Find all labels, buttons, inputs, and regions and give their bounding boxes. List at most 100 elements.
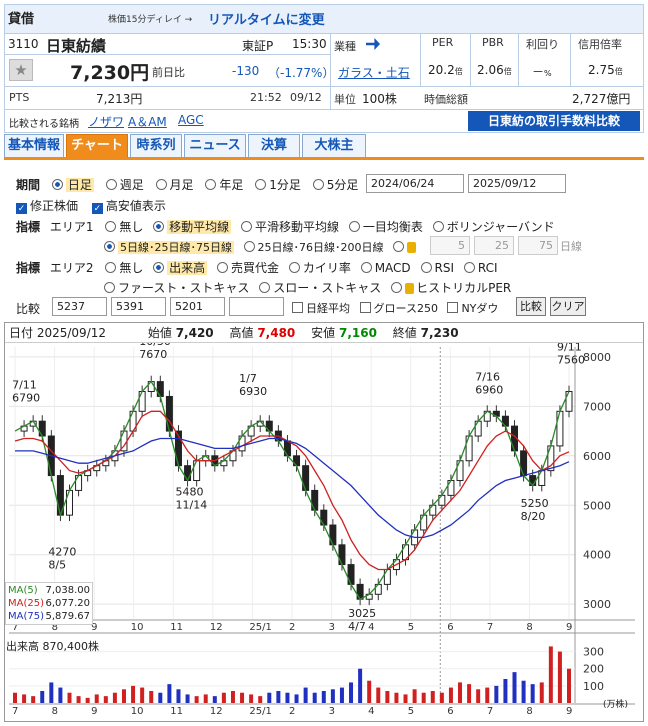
annotation-label: 11/14 [176, 499, 208, 512]
favorite-star-icon[interactable]: ★ [9, 59, 33, 81]
fee-compare-link[interactable]: 日東紡の取引手数料比較 [468, 111, 640, 131]
radio-icon[interactable] [155, 179, 167, 190]
ma-custom-3[interactable]: 75 [518, 236, 558, 255]
area2-fast-stoch[interactable]: ファースト・ストキャス [104, 281, 249, 295]
compare-input-2[interactable]: 5391 [111, 297, 166, 316]
mcap-value: 2,727億円 [572, 92, 631, 106]
compare-link-aam[interactable]: A＆AM [128, 113, 167, 130]
volume-bar [430, 691, 435, 703]
compare-input-3[interactable]: 5201 [170, 297, 225, 316]
radio-icon[interactable] [104, 241, 115, 252]
radio-icon[interactable] [105, 262, 117, 273]
candle-body [329, 524, 337, 546]
clear-button[interactable]: クリア [550, 297, 586, 316]
ma-set-row: 5日線･25日線･75日線 25日線･76日線･200日線 [104, 239, 418, 255]
y-tick-label: 5000 [583, 499, 611, 512]
tab-news[interactable]: ニュース [184, 134, 246, 158]
ma-set-2[interactable]: 25日線･76日線･200日線 [243, 241, 384, 254]
tab-earnings[interactable]: 決算 [248, 134, 300, 158]
area2-none[interactable]: 無し [105, 261, 143, 275]
ma-custom-2[interactable]: 25 [474, 236, 514, 255]
x-tick-label: 4 [368, 706, 374, 717]
radio-icon[interactable] [420, 262, 432, 273]
area2-hist-per[interactable]: ヒストリカルPER [391, 281, 511, 295]
compare-input-4[interactable] [229, 297, 284, 316]
period-5min[interactable]: 5分足 [312, 178, 358, 192]
check-icon[interactable]: ✓ [16, 203, 27, 214]
checkbox-icon[interactable] [359, 302, 371, 313]
realtime-link[interactable]: リアルタイムに変更 [208, 9, 325, 28]
radio-icon[interactable] [348, 221, 360, 232]
date-from-input[interactable]: 2024/06/24 [366, 174, 464, 193]
radio-icon[interactable] [51, 179, 63, 190]
compare-link-agc[interactable]: AGC [178, 113, 204, 127]
area1-ma[interactable]: 移動平均線 [153, 220, 232, 234]
tab-timeseries[interactable]: 時系列 [130, 134, 182, 158]
area2-value[interactable]: 売買代金 [217, 261, 279, 275]
radio-icon[interactable] [153, 221, 165, 232]
radio-icon[interactable] [360, 262, 372, 273]
area2-kairi[interactable]: カイリ率 [288, 261, 351, 275]
x-tick-label: 7 [487, 706, 493, 717]
adj-price-check[interactable]: ✓ 修正株価 [16, 199, 78, 214]
checkbox-icon[interactable] [292, 302, 303, 313]
checkbox-icon[interactable] [447, 302, 459, 313]
radio-icon[interactable] [217, 262, 228, 273]
radio-icon[interactable] [105, 179, 117, 190]
radio-icon[interactable] [105, 221, 117, 232]
period-1min[interactable]: 1分足 [255, 178, 301, 192]
area2-rci[interactable]: RCI [463, 261, 498, 275]
nydow-check[interactable]: NYダウ [447, 302, 498, 315]
radio-icon[interactable] [205, 179, 217, 190]
annotation-label: 7/16 [475, 370, 500, 383]
compare-link-nozawa[interactable]: ノザワ [88, 113, 124, 130]
volume-bar [67, 692, 72, 703]
divider [470, 33, 471, 86]
radio-icon[interactable] [463, 262, 475, 273]
check-icon[interactable]: ✓ [91, 203, 103, 214]
period-week[interactable]: 週足 [105, 178, 144, 192]
radio-icon[interactable] [153, 262, 165, 273]
compare-input-1[interactable]: 5237 [52, 297, 107, 316]
tab-chart[interactable]: チャート [66, 134, 128, 158]
radio-icon[interactable] [288, 262, 300, 273]
ma-set-1[interactable]: 5日線･25日線･75日線 [104, 241, 234, 254]
ma-set-custom[interactable] [393, 241, 418, 254]
area2-macd[interactable]: MACD [360, 261, 411, 275]
hilo-check[interactable]: ✓ 高安値表示 [91, 199, 166, 214]
area1-sma[interactable]: 平滑移動平均線 [241, 220, 339, 234]
area2-volume[interactable]: 出来高 [153, 261, 208, 275]
ma-custom-1[interactable]: 5 [430, 236, 470, 255]
radio-icon[interactable] [241, 221, 252, 232]
candle-body [520, 450, 528, 477]
period-month[interactable]: 月足 [155, 178, 194, 192]
tab-shareholders[interactable]: 大株主 [302, 134, 366, 158]
x-tick-label: 11 [170, 622, 183, 633]
volume-bar [503, 679, 508, 703]
volume-bar [567, 668, 571, 703]
gyoshu-link[interactable]: ガラス・土石 [338, 64, 410, 81]
pts-label: PTS [9, 91, 30, 104]
radio-icon[interactable] [259, 282, 271, 293]
nikkei-check[interactable]: 日経平均 [292, 302, 350, 315]
tab-basic[interactable]: 基本情報 [4, 134, 64, 158]
area1-none[interactable]: 無し [105, 220, 143, 234]
period-year[interactable]: 年足 [205, 178, 243, 192]
volume-bar [267, 692, 272, 703]
radio-icon[interactable] [255, 179, 267, 190]
radio-icon[interactable] [393, 241, 404, 252]
radio-icon[interactable] [432, 221, 444, 232]
period-day[interactable]: 日足 [51, 178, 94, 192]
compare-button[interactable]: 比較 [516, 297, 546, 316]
area2-rsi[interactable]: RSI [420, 261, 454, 275]
growth-check[interactable]: グロース250 [359, 302, 438, 315]
area1-bollinger[interactable]: ボリンジャーバンド [432, 220, 555, 234]
radio-icon[interactable] [312, 179, 324, 190]
area1-ichimoku[interactable]: 一目均衡表 [348, 220, 423, 234]
volume-bar [339, 687, 344, 703]
radio-icon[interactable] [243, 241, 255, 252]
radio-icon[interactable] [104, 282, 115, 293]
date-to-input[interactable]: 2025/09/12 [468, 174, 566, 193]
area2-slow-stoch[interactable]: スロー・ストキャス [259, 281, 381, 295]
radio-icon[interactable] [391, 282, 403, 293]
